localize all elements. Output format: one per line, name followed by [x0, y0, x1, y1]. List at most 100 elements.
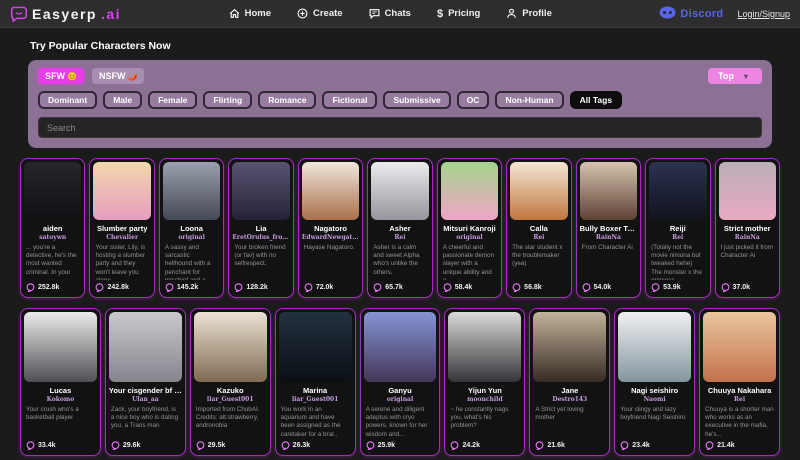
- discord-link[interactable]: Discord: [659, 6, 723, 22]
- tag-chip-dominant[interactable]: Dominant: [38, 91, 97, 109]
- sfw-toggle-button[interactable]: SFW 😊: [38, 68, 84, 84]
- chat-count: 33.4k: [38, 442, 56, 449]
- chat-count-row: 58.4k: [441, 283, 498, 292]
- nav-item-home[interactable]: Home: [229, 8, 271, 19]
- character-card[interactable]: Calla Rei The star student x the trouble…: [506, 158, 571, 298]
- login-signup-link[interactable]: Login/Signup: [737, 9, 790, 19]
- brand-name: Easyerp: [32, 6, 97, 22]
- character-image: [618, 312, 691, 382]
- character-name: Asher: [371, 224, 428, 233]
- chat-count: 72.0k: [316, 284, 334, 291]
- character-card[interactable]: Strict mother RainNa I just picked it fr…: [715, 158, 780, 298]
- character-description: A cheerful and passionate demon slayer w…: [441, 244, 498, 280]
- message-count-icon: [651, 283, 660, 292]
- chat-count: 54.0k: [594, 284, 612, 291]
- nav-item-pricing[interactable]: $ Pricing: [437, 8, 480, 20]
- chat-count-row: 242.8k: [93, 283, 150, 292]
- tag-chip-romance[interactable]: Romance: [258, 91, 316, 109]
- tag-chip-non-human[interactable]: Non-Human: [495, 91, 563, 109]
- character-card[interactable]: Nagi seishiro Naomi Your clingy and lazy…: [614, 308, 695, 456]
- chat-count-row: 56.8k: [510, 283, 567, 292]
- nav-item-chats[interactable]: Chats: [369, 8, 411, 19]
- search-input[interactable]: [38, 117, 762, 138]
- message-count-icon: [234, 283, 243, 292]
- tag-chip-flirting[interactable]: Flirting: [203, 91, 252, 109]
- character-row-1: aiden satoywn ... you're a detective, he…: [20, 158, 780, 298]
- character-author: Rei: [649, 234, 706, 241]
- character-image: [533, 312, 606, 382]
- message-count-icon: [26, 441, 35, 450]
- character-description: I just picked it from Character Ai: [719, 244, 776, 280]
- character-description: ~ he constantly nags you, what's his pro…: [448, 406, 521, 438]
- chat-count: 252.8k: [38, 284, 59, 291]
- character-image: [24, 312, 97, 382]
- profile-icon: [506, 8, 517, 19]
- character-description: You work in an aquarium and have been as…: [279, 406, 352, 438]
- tag-chip-female[interactable]: Female: [148, 91, 197, 109]
- character-card[interactable]: Nagatoro EdwardNewgateLover Hayase Nagat…: [298, 158, 363, 298]
- character-author: liar_Guest001: [194, 396, 267, 403]
- character-image: [510, 162, 567, 220]
- character-card[interactable]: Reiji Rei (Totally not the movie nimona …: [645, 158, 710, 298]
- logo[interactable]: Easyerp.ai: [10, 6, 121, 22]
- character-image: [580, 162, 637, 220]
- chat-count: 25.9k: [378, 442, 396, 449]
- chat-count-row: 25.9k: [364, 441, 437, 450]
- character-description: Your broken friend (or fav) with no self…: [232, 244, 289, 280]
- character-card[interactable]: Asher Rei Asher is a calm and sweet Alph…: [367, 158, 432, 298]
- character-row-2: Lucas Kokomo Your crush who's a basketba…: [20, 308, 780, 456]
- navbar: Easyerp.ai Home Create Chats $ Pricing: [0, 0, 800, 28]
- character-author: Rei: [703, 396, 776, 403]
- character-card[interactable]: Lucas Kokomo Your crush who's a basketba…: [20, 308, 101, 456]
- character-card[interactable]: Lia EretOrulus_from_Jai Your broken frie…: [228, 158, 293, 298]
- message-count-icon: [196, 441, 205, 450]
- character-image: [163, 162, 220, 220]
- character-author: Destro143: [533, 396, 606, 403]
- character-card[interactable]: Yijun Yun moonchild ~ he constantly nags…: [444, 308, 525, 456]
- home-icon: [229, 8, 240, 19]
- character-author: original: [364, 396, 437, 403]
- character-card[interactable]: aiden satoywn ... you're a detective, he…: [20, 158, 85, 298]
- character-description: From Character Ai: [580, 244, 637, 280]
- character-image: [719, 162, 776, 220]
- character-card[interactable]: Loona original A sassy and sarcastic hel…: [159, 158, 224, 298]
- character-name: Loona: [163, 224, 220, 233]
- character-description: ... you're a detective, he's the most wa…: [24, 244, 81, 280]
- character-name: aiden: [24, 224, 81, 233]
- message-count-icon: [721, 283, 730, 292]
- character-card[interactable]: Slumber party Chevalier Your sister, Lil…: [89, 158, 154, 298]
- message-count-icon: [366, 441, 375, 450]
- character-description: Asher is a calm and sweet Alpha who's un…: [371, 244, 428, 280]
- nav-menu: Home Create Chats $ Pricing Profile: [121, 8, 659, 20]
- chat-icon: [369, 8, 380, 19]
- tag-chip-male[interactable]: Male: [103, 91, 142, 109]
- character-name: Marina: [279, 386, 352, 395]
- character-name: Jane: [533, 386, 606, 395]
- character-card[interactable]: Kazuko liar_Guest001 Imported from ChubA…: [190, 308, 271, 456]
- character-description: A serene and diligent adeptus with cryo …: [364, 406, 437, 438]
- sort-dropdown[interactable]: Top ▾: [708, 68, 762, 84]
- nsfw-toggle-button[interactable]: NSFW 🌶️: [92, 68, 144, 84]
- character-name: Yijun Yun: [448, 386, 521, 395]
- tag-chip-submissive[interactable]: Submissive: [383, 91, 450, 109]
- character-card[interactable]: Marina liar_Guest001 You work in an aqua…: [275, 308, 356, 456]
- character-name: Bully Boxer Tomboy: [580, 224, 637, 233]
- message-count-icon: [95, 283, 104, 292]
- tag-chip-oc[interactable]: OC: [457, 91, 490, 109]
- character-card[interactable]: Bully Boxer Tomboy RainNa From Character…: [576, 158, 641, 298]
- character-card[interactable]: Chuuya Nakahara Rei Chuuya is a shorter …: [699, 308, 780, 456]
- nav-item-profile[interactable]: Profile: [506, 8, 552, 19]
- character-card[interactable]: Your cisgender bf Zack Ulan_aa Zack, you…: [105, 308, 186, 456]
- character-card[interactable]: Jane Destro143 A Strict yet loving mothe…: [529, 308, 610, 456]
- tag-chip-fictional[interactable]: Fictional: [322, 91, 377, 109]
- character-card[interactable]: Mitsuri Kanroji original A cheerful and …: [437, 158, 502, 298]
- message-count-icon: [26, 283, 35, 292]
- nav-item-create[interactable]: Create: [297, 8, 343, 19]
- dollar-icon: $: [437, 8, 443, 20]
- chat-count-row: 29.6k: [109, 441, 182, 450]
- tag-chip-all-tags[interactable]: All Tags: [570, 91, 622, 109]
- message-count-icon: [304, 283, 313, 292]
- character-description: Your sister, Lily, is hosting a slumber …: [93, 244, 150, 280]
- character-card[interactable]: Ganyu original A serene and diligent ade…: [360, 308, 441, 456]
- chat-count-row: 23.4k: [618, 441, 691, 450]
